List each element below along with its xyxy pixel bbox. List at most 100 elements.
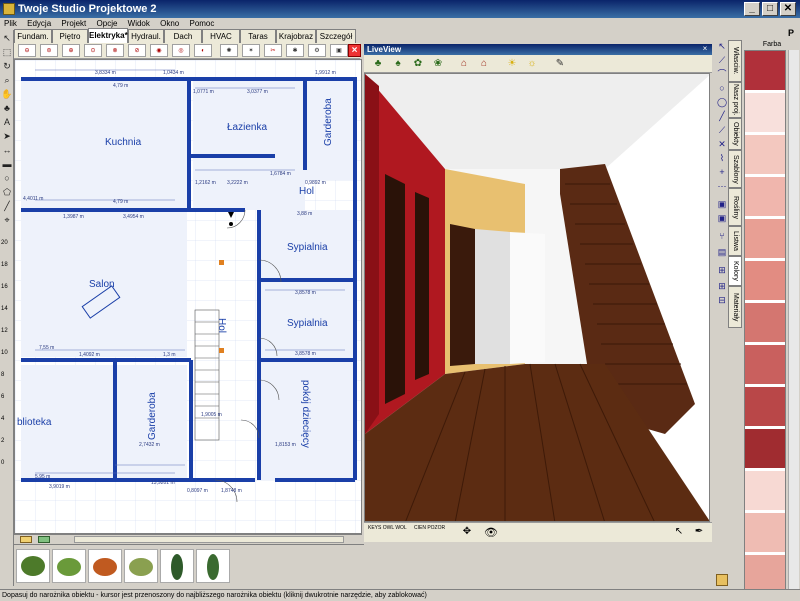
- dimension-icon[interactable]: ↔: [1, 144, 13, 156]
- switch-icon[interactable]: ⊙: [84, 44, 102, 57]
- vtab-nasz-proj[interactable]: Nasz proj.: [728, 82, 742, 118]
- frame-icon[interactable]: ▣: [716, 198, 728, 210]
- color-swatch[interactable]: [745, 219, 785, 259]
- eyedropper-icon[interactable]: ✒: [692, 526, 706, 540]
- socket-double-icon[interactable]: ⊜: [40, 44, 58, 57]
- 3d-live-view[interactable]: [364, 73, 710, 522]
- vtab-listwa[interactable]: Listwa: [728, 226, 742, 256]
- layer-icon[interactable]: [20, 536, 32, 543]
- swatch-scrollbar[interactable]: [788, 50, 799, 592]
- wall-lamp-icon[interactable]: ◐: [194, 44, 212, 57]
- floor-plan-drawing[interactable]: Kuchnia Łazienka Garderoba Hol Salon Syp…: [15, 60, 362, 534]
- home-icon[interactable]: [38, 536, 50, 543]
- lamp-icon[interactable]: ◉: [150, 44, 168, 57]
- tab-dach[interactable]: Dach: [164, 29, 202, 43]
- color-swatch[interactable]: [745, 513, 785, 553]
- pan-icon[interactable]: ✋: [1, 88, 13, 100]
- gear-icon[interactable]: ⚙: [308, 44, 326, 57]
- snap-icon[interactable]: ⌖: [1, 214, 13, 226]
- plant-thumb[interactable]: [160, 549, 194, 583]
- roof-icon[interactable]: ⌂: [476, 57, 492, 71]
- shrub-icon[interactable]: ✿: [410, 57, 426, 71]
- tab-hvac[interactable]: HVAC: [202, 29, 240, 43]
- vtab-materialy[interactable]: Materiały: [728, 286, 742, 328]
- circle-icon[interactable]: ○: [1, 172, 13, 184]
- rotate-icon[interactable]: ↻: [1, 60, 13, 72]
- group2-icon[interactable]: ⊞: [716, 280, 728, 292]
- group-icon[interactable]: ⊞: [716, 264, 728, 276]
- ellipse-icon[interactable]: ◯: [716, 96, 728, 108]
- table-icon[interactable]: ▤: [716, 246, 728, 258]
- tab-pietro[interactable]: Piętro: [52, 29, 88, 43]
- color-swatch[interactable]: [745, 387, 785, 427]
- tab-szczegol[interactable]: Szczegół: [316, 29, 356, 43]
- line-icon[interactable]: ╱: [1, 200, 13, 212]
- color-swatch[interactable]: [745, 177, 785, 217]
- ungroup-icon[interactable]: ⊟: [716, 294, 728, 306]
- bush-icon[interactable]: ❀: [430, 57, 446, 71]
- sun-icon[interactable]: ☀: [504, 57, 520, 71]
- fan-icon[interactable]: ✺: [220, 44, 238, 57]
- color-swatch[interactable]: [745, 51, 785, 91]
- color-swatch[interactable]: [745, 303, 785, 343]
- color-swatch[interactable]: [745, 345, 785, 385]
- light-icon[interactable]: ☼: [524, 57, 540, 71]
- pointer-icon[interactable]: ↖: [716, 40, 728, 52]
- vtab-obiekty[interactable]: Obiekty: [728, 118, 742, 150]
- minimize-button[interactable]: _: [744, 2, 760, 16]
- socket-pos-icon[interactable]: ⊕: [62, 44, 80, 57]
- color-swatch[interactable]: [745, 93, 785, 133]
- chandelier-icon[interactable]: ✶: [242, 44, 260, 57]
- cut-icon[interactable]: ✂: [264, 44, 282, 57]
- paint-icon[interactable]: P: [784, 28, 798, 40]
- scroll-thumb[interactable]: [74, 536, 344, 543]
- frame2-icon[interactable]: ▣: [716, 212, 728, 224]
- plant-thumb[interactable]: [124, 549, 158, 583]
- eye-icon[interactable]: 👁: [484, 526, 498, 540]
- plant-thumb[interactable]: [88, 549, 122, 583]
- plant-thumb[interactable]: [52, 549, 86, 583]
- color-swatch[interactable]: [745, 555, 785, 591]
- chair-icon[interactable]: ⑂: [716, 230, 728, 242]
- ceiling-lamp-icon[interactable]: ◎: [172, 44, 190, 57]
- panel-icon[interactable]: ▣: [330, 44, 348, 57]
- line-icon[interactable]: ╱: [716, 110, 728, 122]
- vtab-kolory[interactable]: Kolory: [728, 256, 742, 286]
- zoom-icon[interactable]: ⌕: [1, 74, 13, 86]
- lawn-icon[interactable]: ♠: [390, 57, 406, 71]
- circle-icon[interactable]: ○: [716, 82, 728, 94]
- color-swatch[interactable]: [745, 135, 785, 175]
- color-swatch[interactable]: [745, 261, 785, 301]
- polygon-icon[interactable]: ⬠: [1, 186, 13, 198]
- plan-scrollbar[interactable]: [14, 534, 362, 544]
- dots-icon[interactable]: ⋯: [716, 180, 728, 192]
- plant-thumb[interactable]: [196, 549, 230, 583]
- pointer-icon[interactable]: ↖: [1, 32, 13, 44]
- move-icon[interactable]: ✥: [460, 526, 474, 540]
- plus-icon[interactable]: +: [716, 166, 728, 178]
- light-switch-icon[interactable]: ⊗: [106, 44, 124, 57]
- switch-double-icon[interactable]: ⊘: [128, 44, 146, 57]
- plan-close-button[interactable]: ×: [348, 44, 361, 57]
- cross-icon[interactable]: ✕: [716, 138, 728, 150]
- color-swatch[interactable]: [745, 429, 785, 469]
- text-icon[interactable]: A: [1, 116, 13, 128]
- paint-bucket-icon[interactable]: [716, 574, 728, 586]
- tree-icon[interactable]: ♣: [1, 102, 13, 114]
- liveview-close-button[interactable]: ×: [700, 44, 710, 54]
- vtab-szablony[interactable]: Szablony: [728, 150, 742, 188]
- color-swatch[interactable]: [745, 471, 785, 511]
- lightbulb-icon[interactable]: ✱: [286, 44, 304, 57]
- cursor-icon[interactable]: ↖: [672, 526, 686, 540]
- vtab-wlasciw[interactable]: Własciw.: [728, 40, 742, 82]
- curve-icon[interactable]: ⌒: [716, 68, 728, 80]
- tab-fundam[interactable]: Fundam.: [14, 29, 52, 43]
- tab-krajobraz[interactable]: Krajobraz: [276, 29, 316, 43]
- select-icon[interactable]: ⬚: [1, 46, 13, 58]
- socket-icon[interactable]: ⊖: [18, 44, 36, 57]
- tab-hydraul[interactable]: Hydraul.: [128, 29, 164, 43]
- arrow-icon[interactable]: ➤: [1, 130, 13, 142]
- node-icon[interactable]: ⟋: [716, 54, 728, 66]
- tree-icon[interactable]: ♣: [370, 57, 386, 71]
- pencil-icon[interactable]: ✎: [552, 57, 568, 71]
